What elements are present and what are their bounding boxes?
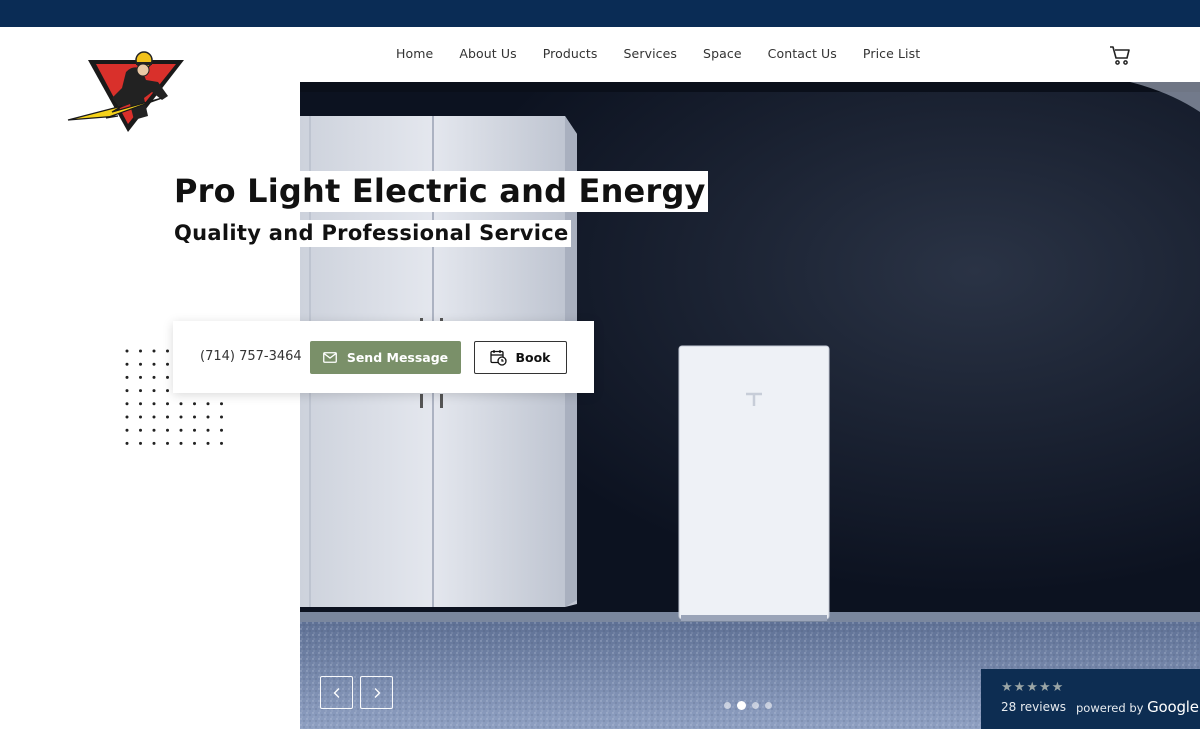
nav-item-about-us[interactable]: About Us	[446, 46, 529, 62]
star-icon: ★	[1013, 680, 1026, 695]
decoration-dot	[206, 441, 210, 445]
decoration-dot	[206, 428, 210, 432]
decoration-dot	[125, 362, 129, 366]
decoration-dot	[166, 428, 169, 432]
decoration-dot	[152, 362, 156, 366]
slider-dot[interactable]	[724, 702, 731, 709]
decoration-dot	[166, 389, 169, 393]
google-reviews-badge[interactable]: ★ ★ ★ ★ ★ 28 reviews powered by Google	[981, 669, 1200, 729]
star-icon: ★	[1038, 680, 1051, 695]
decoration-dot	[206, 415, 210, 419]
decoration-dot	[166, 402, 169, 406]
decoration-dot	[166, 349, 169, 353]
decoration-dot	[139, 441, 142, 445]
decoration-dot	[125, 375, 129, 379]
decoration-dot	[152, 441, 156, 445]
decoration-dot	[139, 375, 142, 379]
star-icon: ★	[1026, 680, 1038, 695]
hero-subtitle: Quality and Professional Service	[173, 220, 571, 247]
nav-item-price-list[interactable]: Price List	[850, 46, 933, 62]
decoration-dot	[125, 441, 129, 445]
nav-item-space[interactable]: Space	[690, 46, 755, 62]
phone-link[interactable]: (714) 757-3464	[200, 349, 302, 365]
decoration-dot	[166, 415, 169, 419]
decoration-dot	[193, 402, 196, 406]
slider-dot[interactable]	[765, 702, 772, 709]
decoration-dot	[125, 349, 129, 353]
top-bar	[0, 0, 1200, 27]
slider-dot[interactable]	[752, 702, 759, 709]
decoration-dot	[220, 428, 223, 432]
chevron-right-icon	[374, 687, 380, 698]
decoration-dot	[125, 389, 129, 393]
slider-pagination	[724, 701, 772, 710]
powered-by-google: powered by Google	[1076, 698, 1199, 716]
site-logo[interactable]	[66, 48, 188, 134]
star-icon: ★	[1001, 680, 1013, 695]
decoration-dot	[152, 415, 156, 419]
decoration-dot	[179, 415, 183, 419]
decoration-dot	[179, 428, 183, 432]
decoration-dot	[166, 362, 169, 366]
decoration-dot	[139, 402, 142, 406]
decoration-dot	[220, 402, 223, 406]
decoration-dot	[125, 428, 129, 432]
star-icon: ★	[1051, 680, 1064, 695]
nav-item-products[interactable]: Products	[530, 46, 611, 62]
decoration-dot	[139, 389, 142, 393]
calendar-clock-icon	[490, 350, 508, 366]
decoration-dot	[166, 375, 169, 379]
decoration-dot	[139, 362, 142, 366]
decoration-dot	[206, 402, 210, 406]
contact-cta-box: (714) 757-3464 Send Message Book	[173, 321, 594, 393]
powered-by-label: powered by	[1076, 701, 1144, 715]
google-brand: Google	[1147, 698, 1199, 716]
cart-button[interactable]	[1108, 43, 1132, 67]
decoration-dot	[152, 389, 156, 393]
decoration-dot	[193, 428, 196, 432]
book-button[interactable]: Book	[474, 341, 567, 374]
decoration-dot	[179, 402, 183, 406]
decoration-dot	[220, 441, 223, 445]
decoration-dot	[139, 428, 142, 432]
decoration-dot	[152, 428, 156, 432]
nav-item-contact-us[interactable]: Contact Us	[755, 46, 850, 62]
decoration-dot	[179, 441, 183, 445]
hero-title: Pro Light Electric and Energy	[173, 171, 708, 212]
decoration-dot	[152, 375, 156, 379]
decoration-dot	[193, 415, 196, 419]
nav-item-home[interactable]: Home	[383, 46, 446, 62]
decoration-dot	[125, 415, 129, 419]
send-message-button[interactable]: Send Message	[310, 341, 461, 374]
decoration-dot	[152, 349, 156, 353]
decoration-dot	[193, 441, 196, 445]
chevron-left-icon	[333, 687, 339, 698]
slider-next-button[interactable]	[360, 676, 393, 709]
book-label: Book	[515, 350, 551, 365]
decoration-dot	[125, 402, 129, 406]
slider-dot[interactable]	[737, 701, 746, 710]
decoration-dot	[166, 441, 169, 445]
nav-item-services[interactable]: Services	[611, 46, 691, 62]
review-count: 28 reviews	[1001, 700, 1067, 714]
decoration-dot	[139, 415, 142, 419]
decoration-dot	[152, 402, 156, 406]
slider-prev-button[interactable]	[320, 676, 353, 709]
electrician-lightning-logo-icon	[67, 51, 184, 132]
envelope-icon	[322, 352, 337, 363]
cart-icon	[1110, 46, 1130, 65]
send-message-label: Send Message	[346, 350, 449, 365]
star-rating: ★ ★ ★ ★ ★	[1001, 681, 1063, 695]
decoration-dot	[139, 349, 142, 353]
main-nav: Home About Us Products Services Space Co…	[383, 46, 933, 62]
decoration-dot	[220, 415, 223, 419]
